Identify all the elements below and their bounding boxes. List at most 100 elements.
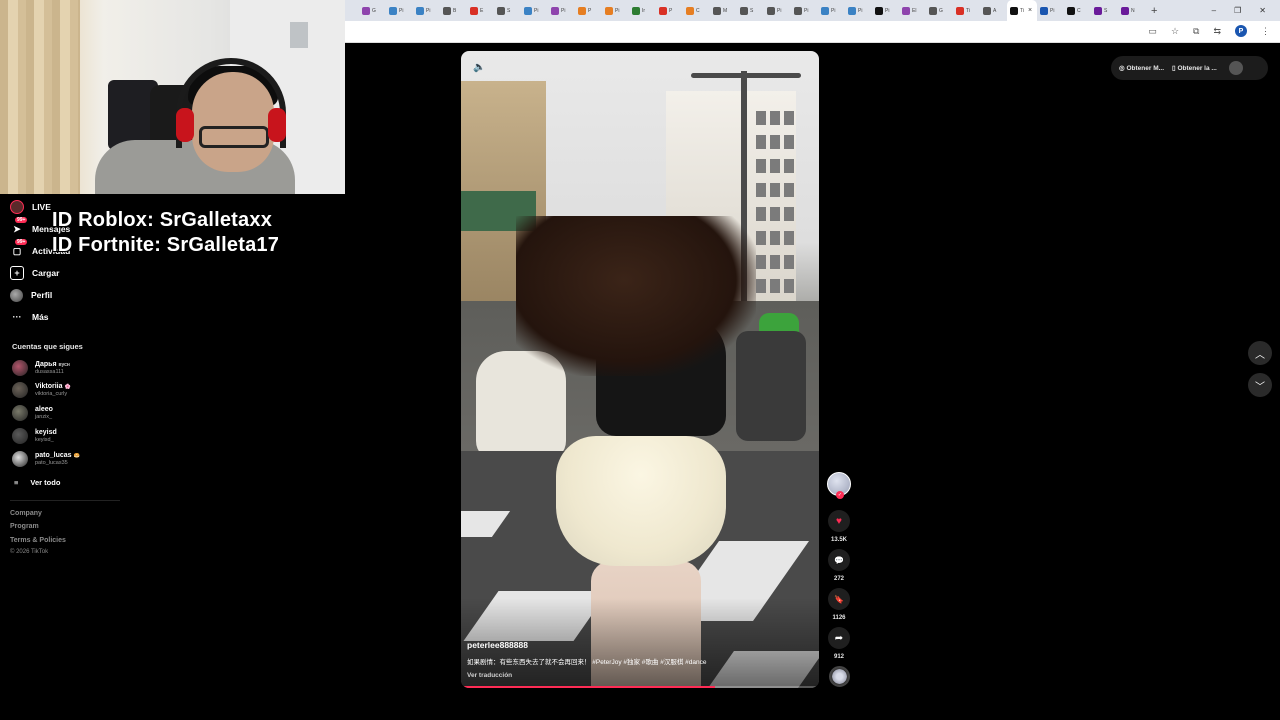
footer-company-link[interactable]: Company	[10, 510, 42, 517]
tab-label: N	[1131, 7, 1135, 14]
new-tab-button[interactable]: +	[1151, 5, 1171, 17]
plus-square-icon: +	[10, 266, 24, 280]
share-count: 912	[833, 654, 844, 660]
more-dots-icon: ···	[10, 310, 24, 324]
browser-tab[interactable]: G	[926, 0, 953, 21]
browser-tab[interactable]: S	[737, 0, 764, 21]
video-author[interactable]: peterlee888888	[467, 640, 528, 650]
browser-tab[interactable]: M	[710, 0, 737, 21]
browser-tab[interactable]: Pi	[602, 0, 629, 21]
browser-tab[interactable]: Pi	[872, 0, 899, 21]
menu-dots-icon[interactable]: ⋮	[1261, 26, 1270, 37]
close-window-button[interactable]: ✕	[1259, 6, 1266, 15]
previous-video-button[interactable]: ︿	[1248, 341, 1272, 365]
inbox-icon: ▢ 99+	[10, 239, 28, 258]
bookmark-icon: 🔖	[834, 594, 844, 604]
restore-button[interactable]: ❐	[1234, 6, 1241, 15]
browser-tab[interactable]: C	[1064, 0, 1091, 21]
tab-label: G	[372, 7, 376, 14]
share-button[interactable]: ➦	[828, 627, 850, 649]
profile-avatar[interactable]: P	[1235, 25, 1247, 37]
following-account[interactable]: aleeo janzix_	[12, 405, 53, 421]
footer-terms-link[interactable]: Terms & Policies	[10, 537, 66, 544]
sidebar-item-more[interactable]: ··· Más	[10, 309, 49, 325]
browser-tab[interactable]: C	[683, 0, 710, 21]
browser-tab[interactable]: Pi	[413, 0, 440, 21]
follow-icon[interactable]: ✓	[836, 491, 844, 499]
user-avatar[interactable]	[1228, 61, 1243, 75]
close-tab-icon[interactable]: ×	[1028, 7, 1032, 14]
sidebar-item-label: Más	[32, 312, 49, 322]
next-video-button[interactable]: ﹀	[1248, 373, 1272, 397]
save-button[interactable]: 🔖	[828, 588, 850, 610]
account-name: Viktoriia	[35, 382, 63, 390]
extensions-icon[interactable]: ⧉	[1193, 26, 1199, 37]
sidebar-item-profile[interactable]: Perfil	[10, 287, 52, 303]
music-disc-icon[interactable]	[829, 666, 850, 687]
bookmark-star-icon[interactable]: ☆	[1171, 26, 1179, 37]
browser-tab[interactable]: Pi	[1037, 0, 1064, 21]
active-browser-tab[interactable]: Ti ×	[1007, 0, 1037, 21]
get-desktop-button[interactable]: ▯ Obtener la ...	[1172, 64, 1217, 72]
following-title: Cuentas que sigues	[12, 342, 83, 351]
browser-tab[interactable]: Pi	[764, 0, 791, 21]
browser-tab[interactable]: Ir	[629, 0, 656, 21]
sidebar-item-live[interactable]: LIVE	[10, 199, 51, 215]
browser-tab[interactable]: Pi	[845, 0, 872, 21]
browser-tab[interactable]: S	[1091, 0, 1118, 21]
browser-tab[interactable]: S	[494, 0, 521, 21]
see-all-button[interactable]: ≡ Ver todo	[14, 478, 60, 487]
browser-tab[interactable]: P	[575, 0, 602, 21]
see-translation-link[interactable]: Ver traducción	[467, 672, 512, 679]
get-app-label: Obtener M...	[1126, 65, 1165, 72]
volume-icon[interactable]: 🔈	[473, 62, 485, 73]
browser-tab[interactable]: G	[359, 0, 386, 21]
browser-tab[interactable]: Pi	[818, 0, 845, 21]
window-controls: – ❐ ✕	[1212, 0, 1280, 21]
following-account[interactable]: keyisd keyisd_	[12, 428, 57, 444]
comment-icon: 💬	[834, 555, 844, 565]
video-progress-bar[interactable]	[461, 686, 819, 688]
browser-tab[interactable]: Pi	[386, 0, 413, 21]
footer-program-link[interactable]: Program	[10, 523, 39, 530]
like-button[interactable]: ♥	[828, 510, 850, 532]
cast-icon[interactable]: ▭	[1148, 26, 1157, 37]
tab-label: A	[993, 7, 997, 14]
browser-tab[interactable]: Pi	[521, 0, 548, 21]
sidebar-item-upload[interactable]: + Cargar	[10, 265, 59, 281]
footer-copyright: © 2026 TikTok	[10, 549, 49, 555]
tab-label: El	[912, 7, 917, 14]
heart-icon: ♥	[836, 515, 842, 527]
get-app-button[interactable]: ◎ Obtener M...	[1119, 64, 1164, 72]
extension-icon[interactable]: ⇆	[1213, 26, 1221, 37]
browser-tab[interactable]: P	[656, 0, 683, 21]
minimize-button[interactable]: –	[1212, 6, 1216, 15]
tab-favicon-icon	[578, 6, 586, 15]
following-account[interactable]: Дарья вусн dusassa111	[12, 360, 70, 376]
address-bar[interactable]: ▭ ☆ ⧉ ⇆ P ⋮	[345, 21, 1280, 43]
browser-tab[interactable]: A	[980, 0, 1007, 21]
following-account[interactable]: Viktoriia 🌸 viktoria_curly	[12, 382, 71, 398]
tab-favicon-icon	[1067, 6, 1075, 15]
creator-avatar[interactable]: ✓	[827, 472, 851, 499]
tab-label: Pi	[804, 7, 809, 14]
tab-label: C	[696, 7, 700, 14]
browser-tab[interactable]: N	[1118, 0, 1145, 21]
browser-tab[interactable]: Ti	[953, 0, 980, 21]
browser-tab[interactable]: Pi	[548, 0, 575, 21]
tab-favicon-icon	[1040, 6, 1048, 15]
following-account[interactable]: pato_lucas 🥯 pato_lucas35	[12, 451, 80, 467]
tab-favicon-icon	[632, 6, 640, 15]
browser-tab[interactable]: E	[467, 0, 494, 21]
browser-tab[interactable]: B	[440, 0, 467, 21]
video-player[interactable]: 🔈 peterlee888888 如果剧情：有些东西失去了就不会再回来！ #Pe…	[461, 51, 819, 688]
comment-count: 272	[833, 576, 844, 582]
browser-tabstrip: G Pi Pi B E S Pi Pi P Pi Ir P C M S Pi Pi Pi Pi Pi El G Ti A Ti ×…	[345, 0, 1280, 21]
account-tag: 🥯	[73, 452, 80, 459]
notification-badge: 99+	[15, 217, 28, 223]
comment-button[interactable]: 💬	[828, 549, 850, 571]
tab-favicon-icon	[416, 6, 424, 15]
browser-tab[interactable]: El	[899, 0, 926, 21]
tab-label: S	[1104, 7, 1108, 14]
browser-tab[interactable]: Pi	[791, 0, 818, 21]
